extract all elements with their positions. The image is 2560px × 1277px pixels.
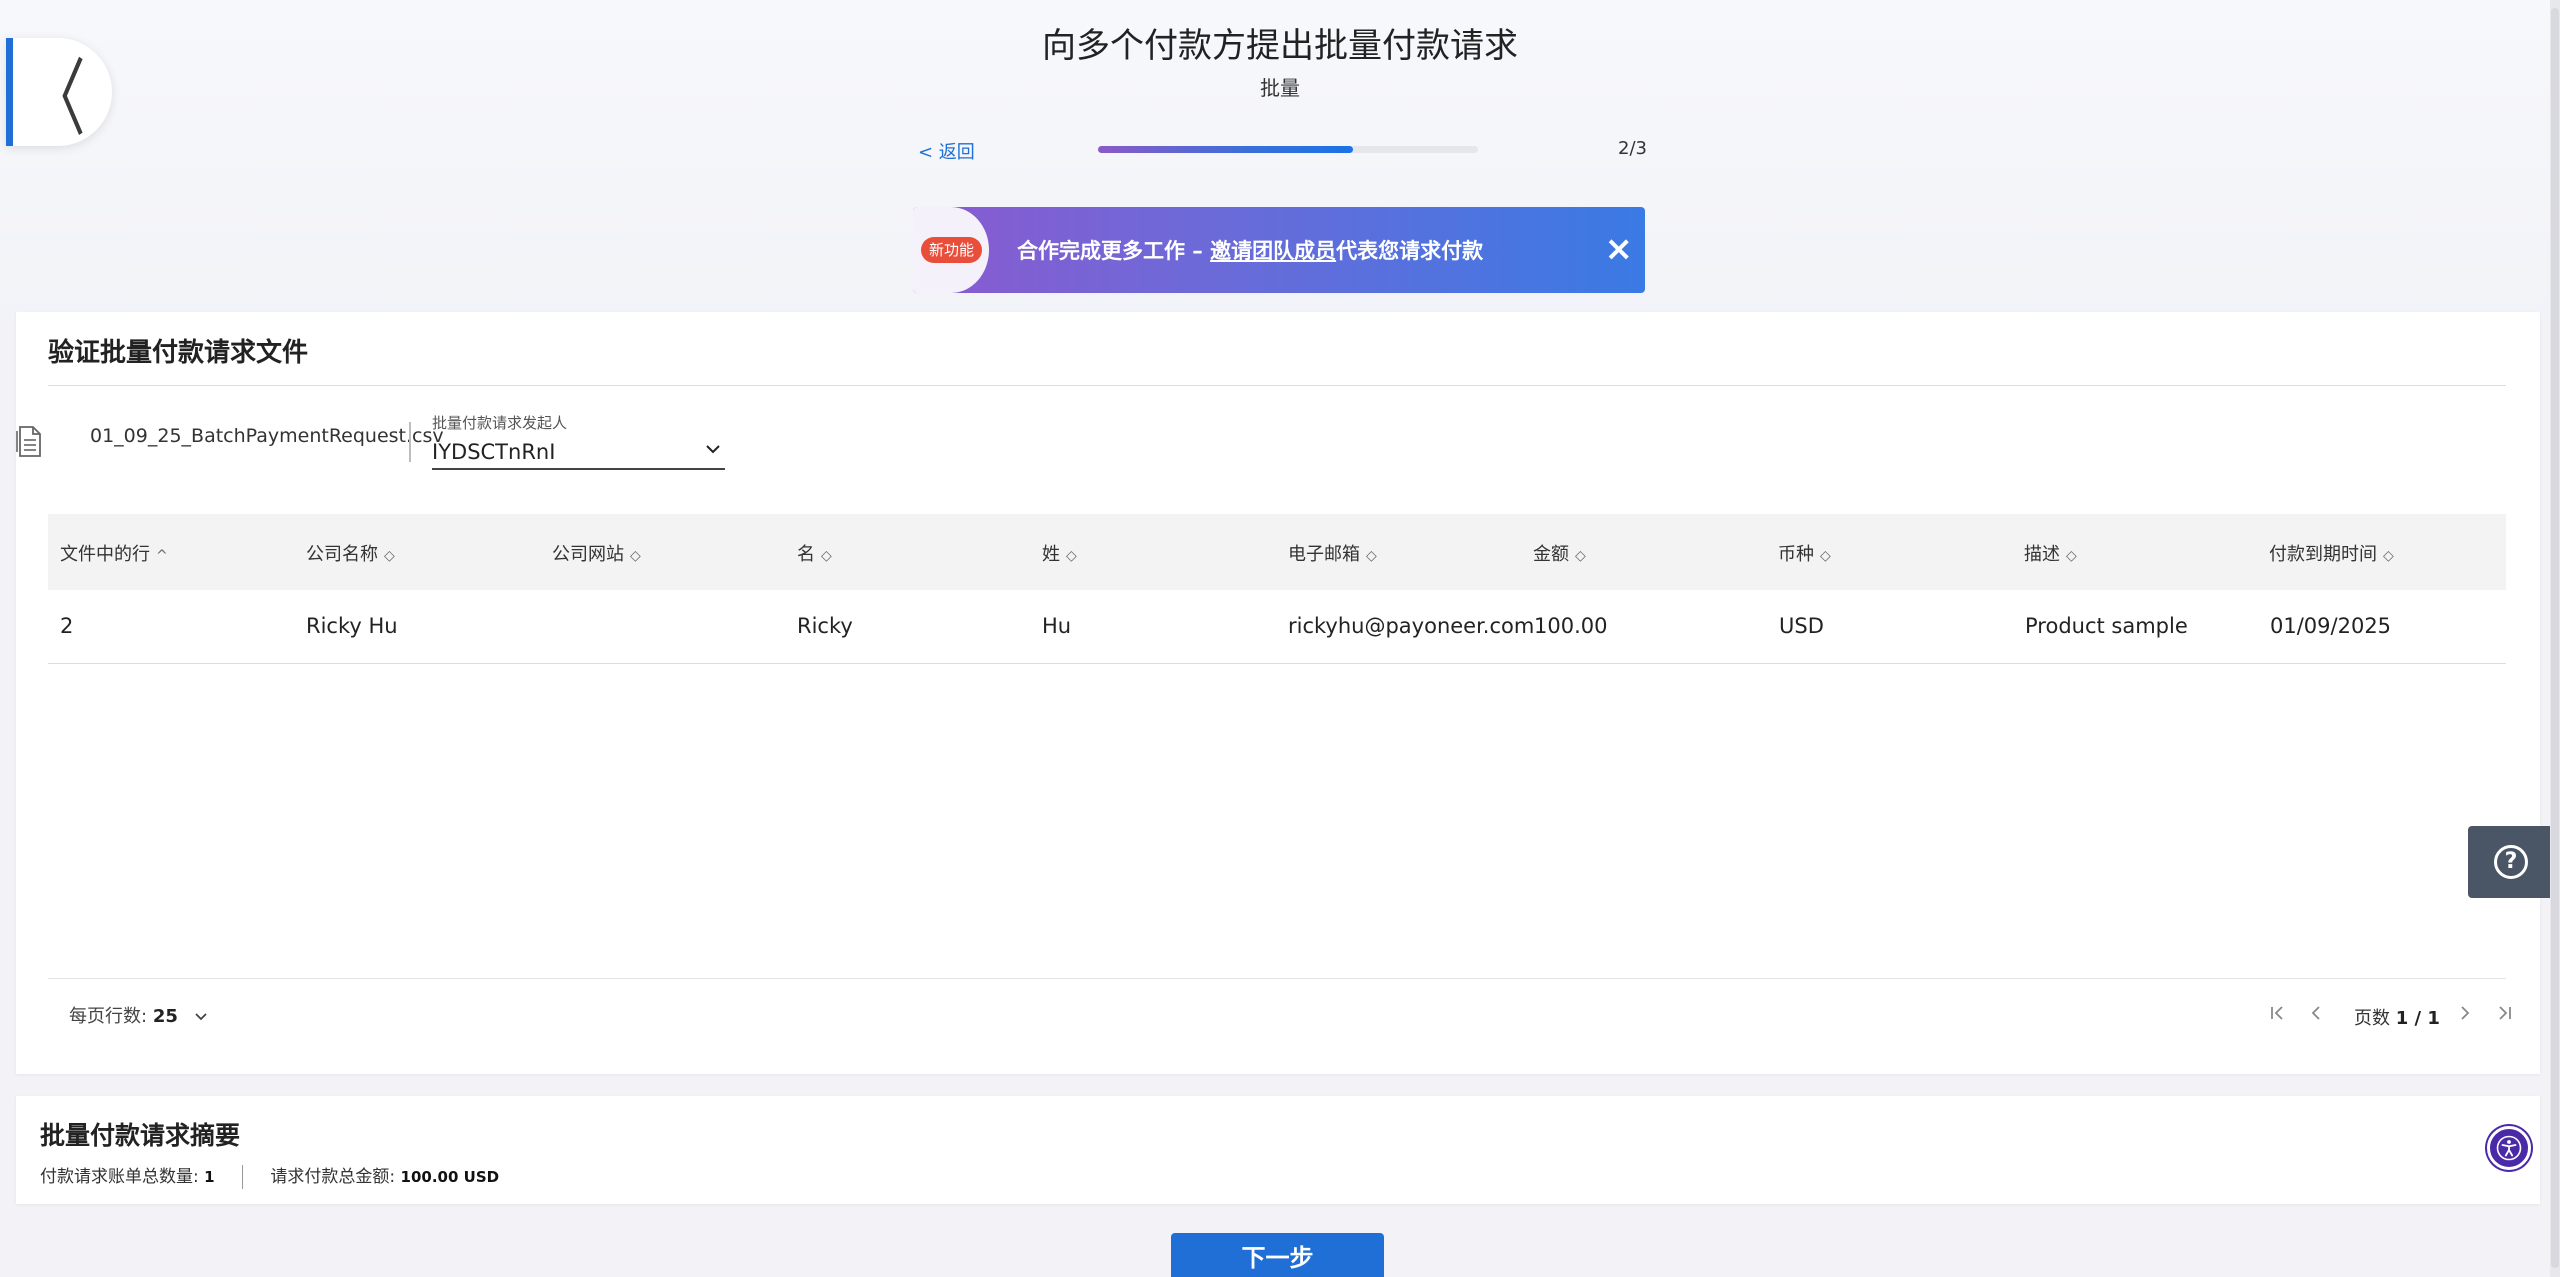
help-button[interactable]: ? — [2468, 826, 2554, 898]
progress-fill — [1098, 146, 1353, 153]
cell-email: rickyhu@payoneer.com — [1288, 614, 1535, 638]
col-header-company[interactable]: 公司名称 ◇ — [306, 540, 395, 566]
last-page-icon[interactable] — [2496, 1002, 2514, 1024]
summary-card: 批量付款请求摘要 付款请求账单总数量: 1 请求付款总金额: 100.00 US… — [16, 1096, 2540, 1204]
banner-text-before: 合作完成更多工作 – — [1017, 239, 1211, 263]
summary-title: 批量付款请求摘要 — [40, 1121, 241, 1150]
col-label: 文件中的行 — [60, 544, 150, 565]
sort-icon: ◇ — [821, 548, 832, 564]
cell-first-name: Ricky — [797, 614, 853, 638]
next-page-icon[interactable] — [2458, 1002, 2472, 1024]
col-label: 币种 — [1778, 544, 1814, 565]
sort-icon: ◇ — [2066, 548, 2077, 564]
scrollbar[interactable] — [2550, 0, 2560, 1277]
col-header-last-name[interactable]: 姓 ◇ — [1042, 540, 1077, 566]
cell-due-date: 01/09/2025 — [2270, 614, 2392, 638]
col-label: 付款到期时间 — [2269, 544, 2377, 565]
divider — [48, 385, 2506, 386]
back-link[interactable]: < 返回 — [918, 138, 975, 164]
requester-label: 批量付款请求发起人 — [432, 414, 568, 432]
col-label: 名 — [797, 544, 815, 565]
total-value: 100.00 USD — [400, 1168, 500, 1186]
verify-file-card: 验证批量付款请求文件 01_09_25_BatchPaymentRequest.… — [16, 312, 2540, 1074]
banner-text-after: 代表您请求付款 — [1336, 239, 1484, 263]
requester-select[interactable]: IYDSCTnRnI — [432, 432, 725, 470]
separator — [409, 422, 411, 462]
col-header-website[interactable]: 公司网站 ◇ — [552, 540, 641, 566]
accessibility-button[interactable] — [2487, 1126, 2531, 1170]
chevron-down-icon — [706, 445, 720, 454]
rows-per-page-select[interactable]: 每页行数: 25 — [69, 1002, 208, 1028]
sort-icon: ◇ — [1066, 548, 1077, 564]
file-name: 01_09_25_BatchPaymentRequest.csv — [90, 425, 444, 447]
cell-description: Product sample — [2025, 614, 2188, 638]
col-header-first-name[interactable]: 名 ◇ — [797, 540, 832, 566]
cell-last-name: Hu — [1042, 614, 1072, 638]
page-indicator: 页数 1 / 1 — [2354, 1004, 2440, 1030]
total-label: 请求付款总金额: — [270, 1167, 396, 1187]
cell-company: Ricky Hu — [306, 614, 398, 638]
rows-per-page-value: 25 — [152, 1006, 178, 1027]
sort-icon: ◇ — [384, 548, 395, 564]
col-label: 姓 — [1042, 544, 1060, 565]
page-value: 1 / 1 — [2395, 1008, 2440, 1029]
scrollbar-thumb[interactable] — [2551, 8, 2559, 1268]
col-label: 描述 — [2024, 544, 2060, 565]
count-label: 付款请求账单总数量: — [40, 1167, 199, 1187]
chevron-down-icon — [194, 1013, 207, 1021]
sort-asc-icon: ^ — [156, 548, 168, 564]
prev-page-icon[interactable] — [2309, 1002, 2323, 1024]
col-label: 电子邮箱 — [1288, 544, 1360, 565]
page-title: 向多个付款方提出批量付款请求 — [1042, 26, 1518, 66]
sort-icon: ◇ — [1366, 548, 1377, 564]
col-header-due-date[interactable]: 付款到期时间 ◇ — [2269, 540, 2394, 566]
pager-divider — [48, 978, 2506, 979]
col-label: 金额 — [1533, 544, 1569, 565]
sort-icon: ◇ — [2383, 548, 2394, 564]
count-value: 1 — [204, 1168, 215, 1186]
separator — [241, 1165, 243, 1189]
rows-per-page-label: 每页行数: — [69, 1006, 148, 1027]
document-icon — [16, 426, 41, 457]
sort-icon: ◇ — [630, 548, 641, 564]
page-subtitle: 批量 — [1260, 76, 1300, 100]
col-header-currency[interactable]: 币种 ◇ — [1778, 540, 1831, 566]
banner-message: 合作完成更多工作 – 邀请团队成员代表您请求付款 — [1017, 235, 1483, 265]
invite-team-link[interactable]: 邀请团队成员 — [1210, 239, 1336, 263]
col-header-amount[interactable]: 金额 ◇ — [1533, 540, 1586, 566]
page-label: 页数 — [2354, 1008, 2390, 1029]
sort-icon: ◇ — [1575, 548, 1586, 564]
col-label: 公司名称 — [306, 544, 378, 565]
cell-currency: USD — [1779, 614, 1824, 638]
sort-icon: ◇ — [1820, 548, 1831, 564]
cell-amount: 100.00 — [1534, 614, 1608, 638]
step-counter: 2/3 — [1618, 138, 1647, 159]
accessibility-icon — [2496, 1135, 2522, 1161]
summary-line: 付款请求账单总数量: 1 请求付款总金额: 100.00 USD — [40, 1162, 499, 1189]
help-icon: ? — [2494, 845, 2528, 879]
table-row: 2 Ricky Hu Ricky Hu rickyhu@payoneer.com… — [48, 590, 2506, 664]
col-label: 公司网站 — [552, 544, 624, 565]
cell-row: 2 — [60, 614, 74, 638]
first-page-icon[interactable] — [2268, 1002, 2286, 1024]
next-button[interactable]: 下一步 — [1171, 1233, 1384, 1277]
verify-title: 验证批量付款请求文件 — [48, 338, 309, 368]
col-header-row[interactable]: 文件中的行 ^ — [60, 540, 168, 566]
progress-bar — [1098, 146, 1478, 153]
new-feature-badge: 新功能 — [921, 237, 983, 263]
table-header: 文件中的行 ^ 公司名称 ◇ 公司网站 ◇ 名 ◇ 姓 ◇ 电子邮箱 ◇ 金额 ◇ 币种 ◇ 描… — [48, 514, 2506, 590]
requester-value: IYDSCTnRnI — [432, 440, 556, 464]
feature-banner: 新功能 合作完成更多工作 – 邀请团队成员代表您请求付款 × — [913, 207, 1645, 293]
col-header-description[interactable]: 描述 ◇ — [2024, 540, 2077, 566]
col-header-email[interactable]: 电子邮箱 ◇ — [1288, 540, 1377, 566]
close-icon[interactable]: × — [1605, 229, 1634, 269]
page: 〈 向多个付款方提出批量付款请求 批量 < 返回 2/3 新功能 合作完成更多工… — [0, 0, 2560, 1277]
